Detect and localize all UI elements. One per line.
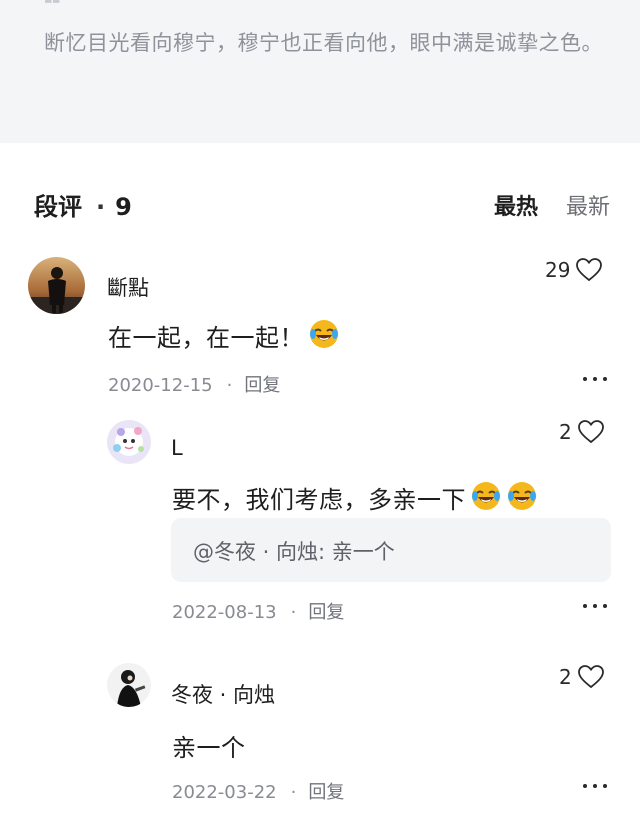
comments-count: 9 [115,193,132,221]
comment-text: 在一起，在一起！ [108,324,304,352]
comment-text: 要不，我们考虑，多亲一下 [172,486,466,514]
reply-button[interactable]: 回复 [308,602,344,623]
like-count: 2 [559,665,572,689]
comment-meta: 2022-03-22 · 回复 [172,778,344,804]
like-button[interactable]: 2 [559,420,604,444]
comments-title-separator: · [96,193,106,221]
chapter-quote-text: 断忆目光看向穆宁，穆宁也正看向他，眼中满是诚挚之色。 [44,31,603,55]
comments-title: 段评 · 9 [34,187,132,222]
quoted-reply[interactable]: @冬夜 · 向烛: 亲一个 [171,518,611,582]
heart-icon [577,420,604,444]
comment-meta: 2022-08-13 · 回复 [172,598,344,624]
avatar[interactable] [107,420,151,464]
tab-hottest[interactable]: 最热 [494,195,538,220]
comment-content: 要不，我们考虑，多亲一下 [172,480,538,515]
comment-meta: 2020-12-15 · 回复 [108,371,280,397]
username[interactable]: L [171,436,183,460]
quote-mark-icon: ❝ [42,0,82,12]
tab-newest[interactable]: 最新 [566,195,610,220]
comment-date: 2022-08-13 [172,602,277,623]
reply-button[interactable]: 回复 [244,375,280,396]
username[interactable]: 冬夜 · 向烛 [171,679,275,709]
comment-text: 亲一个 [172,734,246,762]
like-count: 29 [545,258,571,282]
reply-button[interactable]: 回复 [308,782,344,803]
like-button[interactable]: 2 [559,665,604,689]
quoted-reply-text: @冬夜 · 向烛: 亲一个 [193,540,395,564]
username[interactable]: 斷點 [107,272,149,302]
avatar[interactable] [28,257,85,314]
more-options-icon[interactable] [583,602,607,610]
sort-tabs: 最热 最新 [494,189,610,221]
avatar[interactable] [107,663,151,707]
laughing-tears-emoji-icon [310,320,338,348]
like-button[interactable]: 29 [545,258,603,282]
meta-separator: · [290,782,297,803]
meta-separator: · [226,375,233,396]
laughing-tears-emoji-icon [508,482,536,510]
comment-content: 亲一个 [172,728,246,763]
comment-content: 在一起，在一起！ [108,318,340,353]
comment-date: 2022-03-22 [172,782,277,803]
comments-title-label: 段评 [34,193,82,221]
like-count: 2 [559,420,572,444]
meta-separator: · [290,602,297,623]
chapter-quote-box: ❝ 断忆目光看向穆宁，穆宁也正看向他，眼中满是诚挚之色。 [0,0,640,143]
laughing-tears-emoji-icon [472,482,500,510]
more-options-icon[interactable] [583,375,607,383]
more-options-icon[interactable] [583,782,607,790]
heart-icon [576,258,603,282]
heart-icon [577,665,604,689]
comment-date: 2020-12-15 [108,375,213,396]
comments-header: 段评 · 9 最热 最新 [34,185,610,225]
